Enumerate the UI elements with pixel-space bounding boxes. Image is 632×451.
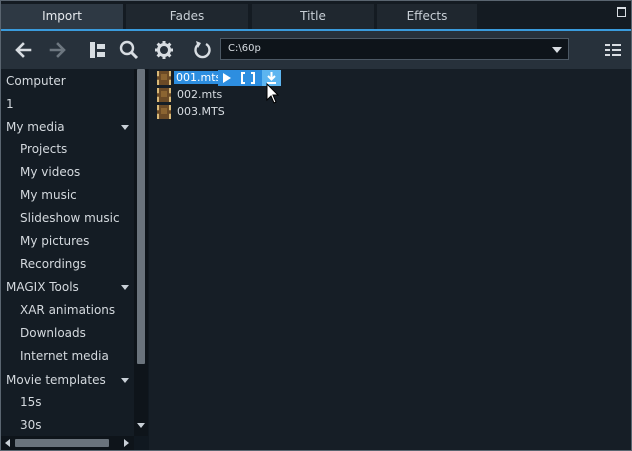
sidebar-item-my-media[interactable]: My media bbox=[6, 120, 65, 134]
tab-title[interactable]: Title bbox=[252, 4, 374, 29]
sidebar-item-slideshow-music[interactable]: Slideshow music bbox=[20, 211, 120, 225]
tab-fades[interactable]: Fades bbox=[126, 4, 248, 29]
sidebar-item-downloads[interactable]: Downloads bbox=[20, 326, 86, 340]
sidebar-item-my-pictures[interactable]: My pictures bbox=[20, 234, 89, 248]
path-value: C:\60p bbox=[228, 43, 261, 54]
sidebar-item-xar-animations[interactable]: XAR animations bbox=[20, 303, 115, 317]
sidebar: Computer 1 My media Projects My videos M… bbox=[1, 69, 134, 436]
list-item[interactable]: 001.mts bbox=[157, 70, 281, 86]
sidebar-item-15s[interactable]: 15s bbox=[20, 395, 42, 409]
tab-import[interactable]: Import bbox=[1, 4, 123, 29]
path-dropdown[interactable]: C:\60p bbox=[220, 38, 569, 60]
film-strip-icon bbox=[157, 105, 171, 119]
sidebar-item-my-videos[interactable]: My videos bbox=[20, 165, 80, 179]
sidebar-item-recordings[interactable]: Recordings bbox=[20, 257, 86, 271]
play-icon[interactable] bbox=[220, 70, 234, 86]
file-name[interactable]: 001.mts bbox=[174, 71, 224, 84]
movie-templates-expand-icon[interactable] bbox=[121, 378, 129, 383]
scroll-down-icon[interactable] bbox=[137, 423, 145, 428]
back-arrow-icon[interactable] bbox=[12, 39, 34, 61]
scroll-left-icon[interactable] bbox=[5, 439, 10, 447]
list-item[interactable]: 002.mts bbox=[157, 87, 237, 103]
tab-bar: Import Fades Title Effects bbox=[1, 1, 631, 31]
sidebar-item-magix-tools[interactable]: MAGIX Tools bbox=[6, 280, 79, 294]
sidebar-item-30s[interactable]: 30s bbox=[20, 418, 42, 432]
sidebar-item-my-music[interactable]: My music bbox=[20, 188, 77, 202]
sidebar-item-1[interactable]: 1 bbox=[6, 97, 14, 111]
list-item[interactable]: 003.MTS bbox=[157, 104, 237, 120]
tab-effects[interactable]: Effects bbox=[377, 4, 477, 29]
film-strip-icon bbox=[157, 71, 171, 85]
sidebar-item-projects[interactable]: Projects bbox=[20, 142, 67, 156]
magix-tools-expand-icon[interactable] bbox=[121, 285, 129, 290]
list-view-icon[interactable] bbox=[602, 39, 624, 61]
sidebar-vertical-scrollbar[interactable] bbox=[134, 69, 148, 436]
refresh-icon[interactable] bbox=[192, 39, 214, 61]
scroll-thumb[interactable] bbox=[137, 69, 145, 364]
search-icon[interactable] bbox=[118, 39, 140, 61]
sidebar-item-internet-media[interactable]: Internet media bbox=[20, 349, 109, 363]
sidebar-horizontal-scrollbar[interactable] bbox=[1, 436, 134, 450]
file-name[interactable]: 002.mts bbox=[175, 88, 224, 101]
file-name[interactable]: 003.MTS bbox=[175, 105, 227, 118]
scroll-right-icon[interactable] bbox=[124, 439, 129, 447]
sidebar-item-movie-templates[interactable]: Movie templates bbox=[6, 373, 106, 387]
toolbar: C:\60p bbox=[1, 31, 631, 69]
trim-brackets-icon[interactable] bbox=[240, 70, 256, 86]
film-strip-icon bbox=[157, 88, 171, 102]
maximize-icon[interactable] bbox=[617, 7, 626, 17]
forward-arrow-icon[interactable] bbox=[47, 39, 69, 61]
mouse-pointer-icon bbox=[266, 83, 280, 104]
file-list: 001.mts 002.mts 003.MTS bbox=[149, 69, 631, 450]
gear-icon[interactable] bbox=[153, 39, 175, 61]
scroll-thumb[interactable] bbox=[15, 439, 109, 447]
import-panel: Import Fades Title Effects C:\60p Comput… bbox=[0, 0, 632, 451]
sidebar-item-computer[interactable]: Computer bbox=[6, 74, 66, 88]
chevron-down-icon bbox=[552, 47, 562, 53]
my-media-expand-icon[interactable] bbox=[121, 125, 129, 130]
folder-tree-icon[interactable] bbox=[87, 39, 109, 61]
